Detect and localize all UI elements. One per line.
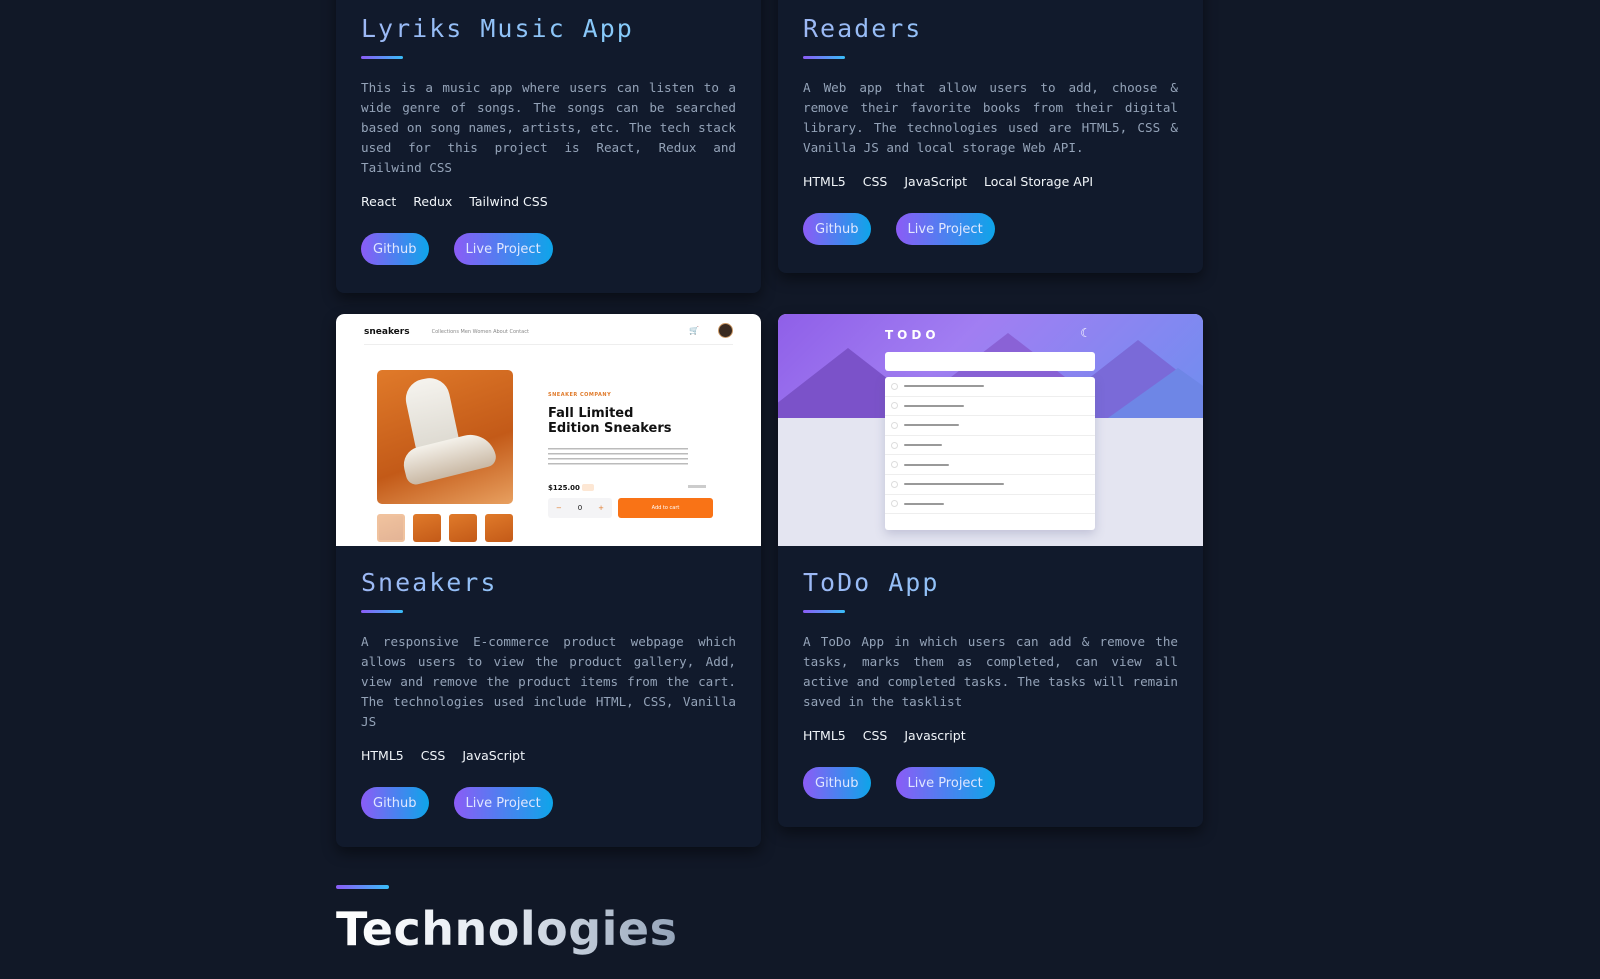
project-title: Sneakers xyxy=(361,568,736,598)
project-card-sneakers: sneakers Collections Men Women About Con… xyxy=(336,314,761,847)
avatar xyxy=(718,323,733,338)
preview-logo: sneakers xyxy=(364,327,410,337)
plus-icon: + xyxy=(598,504,605,512)
tech-tags: React Redux Tailwind CSS xyxy=(361,194,736,210)
project-title: ToDo App xyxy=(803,568,1178,598)
preview-todo-list xyxy=(885,377,1095,530)
preview-company: SNEAKER COMPANY xyxy=(548,392,612,398)
live-project-button[interactable]: Live Project xyxy=(453,787,553,819)
tech-tag: Redux xyxy=(413,194,453,209)
preview-todo-title: TODO xyxy=(885,328,940,342)
preview-todo-item xyxy=(885,475,1095,495)
title-underline xyxy=(361,56,403,59)
github-button[interactable]: Github xyxy=(803,213,871,245)
preview-nav-links: Collections Men Women About Contact xyxy=(431,329,529,335)
tech-tag: React xyxy=(361,194,397,209)
tech-tag: JavaScript xyxy=(462,748,526,763)
minus-icon: − xyxy=(555,504,562,512)
project-buttons: Github Live Project xyxy=(361,233,736,265)
preview-discount-badge xyxy=(582,484,594,491)
thumbnail xyxy=(413,514,441,542)
project-preview-image: sneakers Collections Men Women About Con… xyxy=(336,314,761,546)
tech-tags: HTML5 CSS JavaScript xyxy=(361,748,736,764)
preview-qty-stepper: − 0 + xyxy=(548,498,612,518)
tech-tag: HTML5 xyxy=(803,174,846,189)
preview-heading: Fall Limited Edition Sneakers xyxy=(548,406,672,436)
github-button[interactable]: Github xyxy=(361,787,429,819)
preview-qty: 0 xyxy=(577,504,583,512)
preview-add-label: Add to cart xyxy=(651,505,680,511)
project-description: This is a music app where users can list… xyxy=(361,80,736,175)
title-underline xyxy=(803,610,845,613)
preview-todo-item xyxy=(885,455,1095,475)
project-buttons: Github Live Project xyxy=(361,787,736,819)
preview-todo-input xyxy=(885,352,1095,371)
thumbnail xyxy=(449,514,477,542)
preview-todo-item xyxy=(885,397,1095,417)
preview-todo-item xyxy=(885,416,1095,436)
live-project-button[interactable]: Live Project xyxy=(895,213,995,245)
live-project-button[interactable]: Live Project xyxy=(453,233,553,265)
thumbnail xyxy=(377,514,405,542)
preview-todo-item xyxy=(885,436,1095,456)
project-buttons: Github Live Project xyxy=(803,767,1178,799)
project-description: A Web app that allow users to add, choos… xyxy=(803,80,1178,155)
project-description: A responsive E-commerce product webpage … xyxy=(361,634,736,729)
tech-tag: HTML5 xyxy=(361,748,404,763)
tech-tag: CSS xyxy=(862,174,888,189)
tech-tag: JavaScript xyxy=(904,174,968,189)
project-buttons: Github Live Project xyxy=(803,213,1178,245)
tech-tag: CSS xyxy=(420,748,446,763)
live-project-button[interactable]: Live Project xyxy=(895,767,995,799)
preview-thumbnails xyxy=(377,514,513,542)
preview-text-lines xyxy=(548,448,688,468)
preview-todo-item xyxy=(885,377,1095,397)
project-title: Readers xyxy=(803,14,1178,44)
tech-tag: Javascript xyxy=(904,728,966,743)
cart-icon: 🛒 xyxy=(689,326,699,335)
project-preview-image: TODO ☾ xyxy=(778,314,1203,546)
project-card-lyriks: Lyriks Music App This is a music app whe… xyxy=(336,0,761,293)
preview-product-image xyxy=(377,370,513,504)
project-card-todo: TODO ☾ ToDo App A ToDo App in which user… xyxy=(778,314,1203,827)
project-title: Lyriks Music App xyxy=(361,14,736,44)
tech-tags: HTML5 CSS Javascript xyxy=(803,728,1178,744)
preview-divider xyxy=(364,344,733,345)
preview-navbar: sneakers Collections Men Women About Con… xyxy=(364,322,733,342)
project-card-readers: Readers A Web app that allow users to ad… xyxy=(778,0,1203,273)
section-title-technologies: Technologies xyxy=(336,902,678,956)
github-button[interactable]: Github xyxy=(803,767,871,799)
section-accent-bar xyxy=(336,885,389,889)
preview-old-price xyxy=(688,485,706,488)
preview-add-to-cart: Add to cart xyxy=(618,498,713,518)
project-description: A ToDo App in which users can add & remo… xyxy=(803,634,1178,709)
tech-tag: Tailwind CSS xyxy=(469,194,548,209)
title-underline xyxy=(803,56,845,59)
title-underline xyxy=(361,610,403,613)
preview-todo-item xyxy=(885,495,1095,515)
github-button[interactable]: Github xyxy=(361,233,429,265)
moon-icon: ☾ xyxy=(1080,326,1091,340)
tech-tag: CSS xyxy=(862,728,888,743)
portfolio-page: Lyriks Music App This is a music app whe… xyxy=(0,0,1600,979)
thumbnail xyxy=(485,514,513,542)
tech-tag: Local Storage API xyxy=(984,174,1094,189)
preview-price: $125.00 xyxy=(548,484,580,492)
tech-tags: HTML5 CSS JavaScript Local Storage API xyxy=(803,174,1178,190)
tech-tag: HTML5 xyxy=(803,728,846,743)
